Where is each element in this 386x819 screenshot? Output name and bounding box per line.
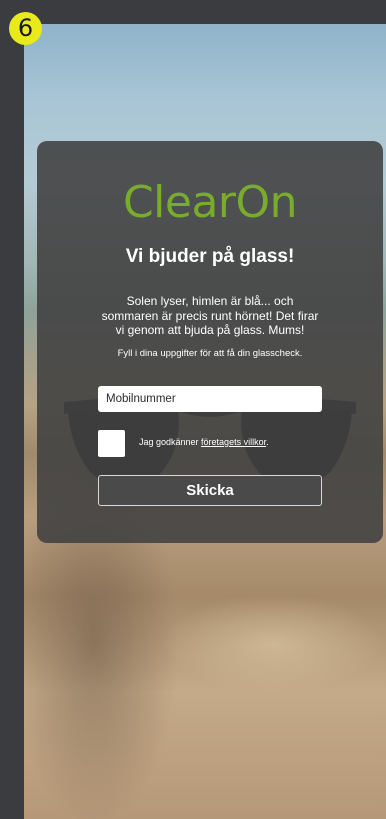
terms-link[interactable]: företagets villkor <box>201 437 266 447</box>
intro-line: vi genom att bjuda på glass. Mums! <box>115 323 305 337</box>
intro-line: sommaren är precis runt hörnet! Det fira… <box>101 308 319 323</box>
terms-label: Jag godkänner företagets villkor. <box>139 437 269 447</box>
clearon-logo: ClearOn <box>122 177 298 228</box>
intro-text: Solen lyser, himlen är blå... och sommar… <box>87 294 333 338</box>
submit-button[interactable]: Skicka <box>98 475 322 506</box>
headline: Vi bjuder på glass! <box>125 246 295 267</box>
intro-line: Solen lyser, himlen är blå... och <box>126 294 294 308</box>
signup-card: ClearOn Vi bjuder på glass! Solen lyser,… <box>37 141 383 543</box>
step-number-badge: 6 <box>9 12 42 45</box>
phone-number-input[interactable] <box>98 386 322 412</box>
terms-prefix: Jag godkänner <box>139 437 202 447</box>
terms-suffix: . <box>266 437 269 447</box>
terms-checkbox[interactable] <box>98 430 125 457</box>
form-hint: Fyll i dina uppgifter för att få din gla… <box>117 348 303 359</box>
